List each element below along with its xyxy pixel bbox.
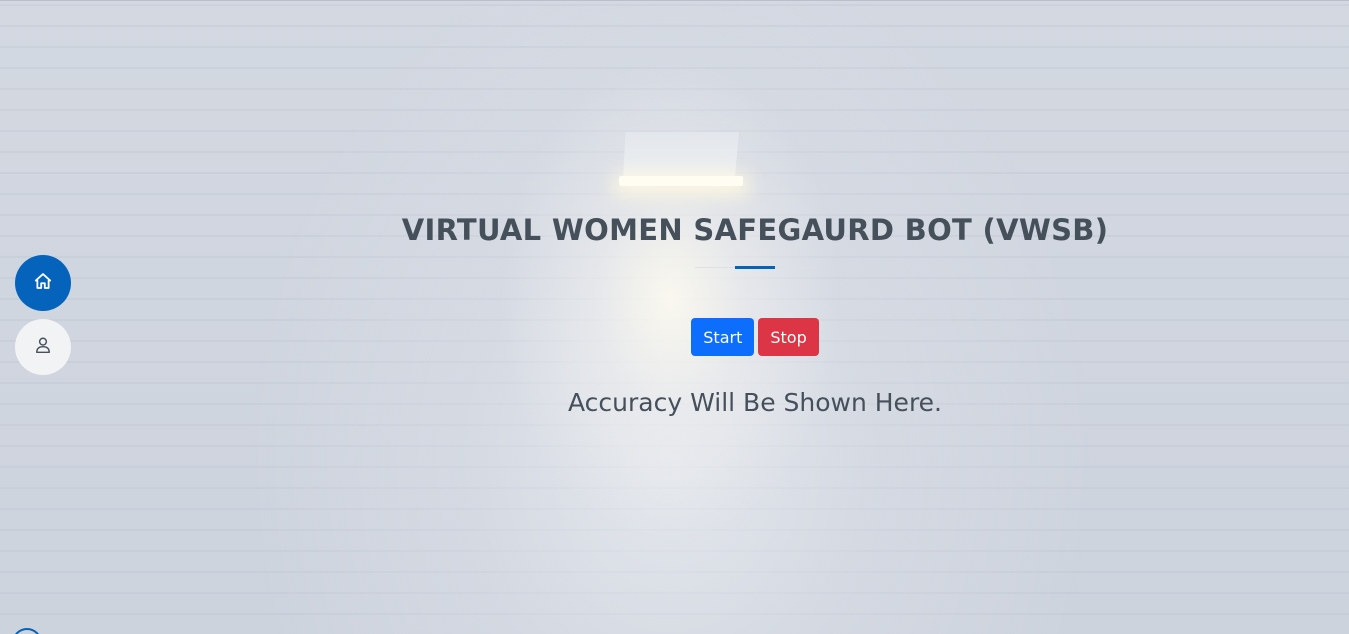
wall-lamp <box>619 132 743 188</box>
lamp-light <box>619 176 743 186</box>
user-icon <box>34 336 52 358</box>
side-nav <box>15 255 71 375</box>
start-button[interactable]: Start <box>691 318 755 356</box>
nav-about-button[interactable] <box>15 319 71 375</box>
back-to-top-button[interactable] <box>12 628 42 634</box>
top-border <box>0 0 1349 1</box>
title-divider-accent <box>735 266 775 269</box>
hero-section: VIRTUAL WOMEN SAFEGAURD BOT (VWSB) Start… <box>380 210 1130 417</box>
page-title: VIRTUAL WOMEN SAFEGAURD BOT (VWSB) <box>401 213 1109 247</box>
stop-button[interactable]: Stop <box>758 318 819 356</box>
nav-home-button[interactable] <box>15 255 71 311</box>
control-buttons: Start Stop <box>380 318 1130 356</box>
home-icon <box>34 272 52 294</box>
accuracy-text: Accuracy Will Be Shown Here. <box>568 388 942 417</box>
lamp-body <box>623 132 739 182</box>
title-divider <box>695 266 815 269</box>
